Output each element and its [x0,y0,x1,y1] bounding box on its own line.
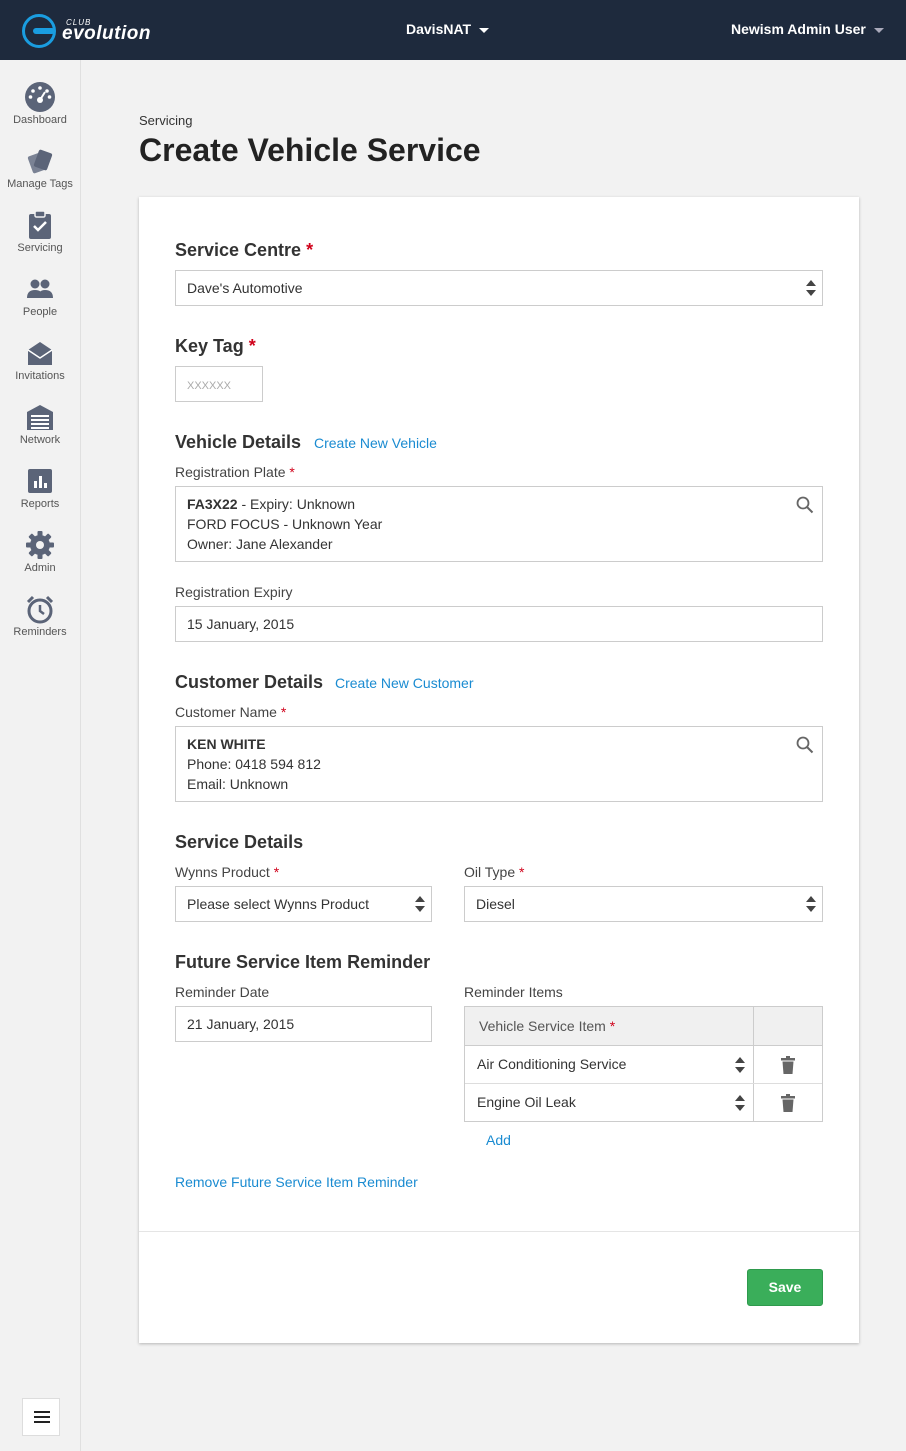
chevron-down-icon [873,27,884,33]
gear-icon [26,531,54,559]
bar-chart-icon [28,469,52,493]
sidebar-item-network[interactable]: Network [0,402,80,462]
table-row[interactable]: Air Conditioning Service [465,1046,753,1083]
sidebar-item-reports[interactable]: Reports [0,466,80,526]
sidebar-item-servicing[interactable]: Servicing [0,210,80,270]
future-reminder-heading: Future Service Item Reminder [175,952,431,972]
tags-icon [27,149,53,174]
sidebar-item-label: Invitations [15,370,65,382]
menu-toggle-button[interactable] [22,1398,60,1436]
save-button[interactable]: Save [747,1269,823,1306]
reminder-items-table: Vehicle Service Item * Air Conditioning … [464,1006,823,1122]
sidebar-item-admin[interactable]: Admin [0,530,80,590]
sidebar-item-people[interactable]: People [0,274,80,334]
select-arrows-icon [415,896,425,912]
customer-name-label: Customer Name * [175,704,287,720]
customer-name-value: KEN WHITE [187,736,266,752]
user-menu-dropdown[interactable]: Newism Admin User [731,21,884,37]
create-service-form-card: Service Centre * Dave's Automotive Key T… [139,197,859,1343]
customer-details-heading: Customer Details [175,672,324,692]
garage-icon [27,405,53,430]
sidebar-navigation: Dashboard Manage Tags Servicing People I… [0,60,81,1451]
select-arrows-icon [735,1094,745,1111]
sidebar-item-manage-tags[interactable]: Manage Tags [0,146,80,206]
registration-plate-search-field[interactable]: FA3X22 - Expiry: Unknown FORD FOCUS - Un… [175,486,823,562]
sidebar-item-label: Manage Tags [7,178,73,190]
registration-plate-label: Registration Plate * [175,464,295,480]
table-row[interactable]: Engine Oil Leak [465,1084,753,1121]
vehicle-owner-line: Owner: Jane Alexander [187,536,333,552]
customer-name-search-field[interactable]: KEN WHITE Phone: 0418 594 812 Email: Unk… [175,726,823,802]
sidebar-item-reminders[interactable]: Reminders [0,594,80,654]
service-item-value: Air Conditioning Service [477,1056,627,1072]
search-icon[interactable] [796,496,814,514]
logo-wordmark: evolution [62,23,151,44]
user-name: Newism Admin User [731,21,866,37]
oil-type-value: Diesel [476,896,515,912]
breadcrumb[interactable]: Servicing [139,113,192,128]
organization-name: DavisNAT [406,21,472,37]
add-reminder-item-link[interactable]: Add [486,1132,511,1148]
vehicle-plate-line: FA3X22 - Expiry: Unknown [187,496,356,512]
key-tag-placeholder: XXXXXX [187,380,232,392]
create-new-customer-link[interactable]: Create New Customer [335,675,474,691]
customer-phone-line: Phone: 0418 594 812 [187,756,321,772]
service-centre-label: Service Centre * [175,240,314,260]
customer-email-line: Email: Unknown [187,776,289,792]
page-title: Create Vehicle Service [139,132,481,168]
people-icon [27,279,53,298]
sidebar-item-label: People [22,306,58,318]
key-tag-input[interactable]: XXXXXX [175,366,263,402]
sidebar-item-label: Reminders [13,626,67,638]
key-tag-label: Key Tag * [175,336,256,356]
clipboard-check-icon [29,210,51,239]
trash-icon[interactable] [781,1094,795,1112]
registration-expiry-value: 15 January, 2015 [187,616,295,632]
registration-expiry-label: Registration Expiry [175,584,293,600]
service-centre-value: Dave's Automotive [187,280,303,296]
club-evolution-logo[interactable]: CLUB evolution [22,14,172,48]
hamburger-icon [34,1411,50,1413]
service-item-value: Engine Oil Leak [477,1094,576,1110]
search-icon[interactable] [796,736,814,754]
select-arrows-icon [735,1056,745,1073]
chevron-down-icon [479,27,490,33]
create-new-vehicle-link[interactable]: Create New Vehicle [314,435,437,451]
footer-divider [139,1231,859,1232]
reminder-items-label: Reminder Items [464,984,563,1000]
oil-type-label: Oil Type * [464,864,525,880]
wynns-product-label: Wynns Product * [175,864,280,880]
reminder-date-label: Reminder Date [175,984,270,1000]
service-centre-select[interactable]: Dave's Automotive [175,270,823,306]
organization-dropdown[interactable]: DavisNAT [406,21,490,37]
vehicle-service-item-column-header: Vehicle Service Item * [479,1018,616,1034]
reminder-date-input[interactable]: 21 January, 2015 [175,1006,432,1042]
select-arrows-icon [806,280,816,296]
registration-expiry-input[interactable]: 15 January, 2015 [175,606,823,642]
top-navigation-bar: CLUB evolution DavisNAT Newism Admin Use… [0,0,906,60]
trash-icon[interactable] [781,1056,795,1074]
service-details-heading: Service Details [175,832,304,852]
vehicle-model-line: FORD FOCUS - Unknown Year [187,516,383,532]
select-arrows-icon [806,896,816,912]
sidebar-item-label: Network [19,434,61,446]
logo-mark-icon [22,14,56,48]
sidebar-item-label: Dashboard [13,114,67,126]
sidebar-item-label: Servicing [17,242,63,254]
remove-future-reminder-link[interactable]: Remove Future Service Item Reminder [175,1174,418,1190]
wynns-product-select[interactable]: Please select Wynns Product [175,886,432,922]
sidebar-item-label: Reports [20,498,60,510]
wynns-product-value: Please select Wynns Product [187,896,369,912]
oil-type-select[interactable]: Diesel [464,886,823,922]
envelope-icon [27,342,53,365]
reminder-date-value: 21 January, 2015 [187,1016,295,1032]
vehicle-details-heading: Vehicle Details [175,432,302,452]
alarm-clock-icon [26,595,54,624]
sidebar-item-label: Admin [24,562,56,574]
sidebar-item-dashboard[interactable]: Dashboard [0,82,80,142]
dashboard-gauge-icon [25,82,55,112]
sidebar-item-invitations[interactable]: Invitations [0,338,80,398]
